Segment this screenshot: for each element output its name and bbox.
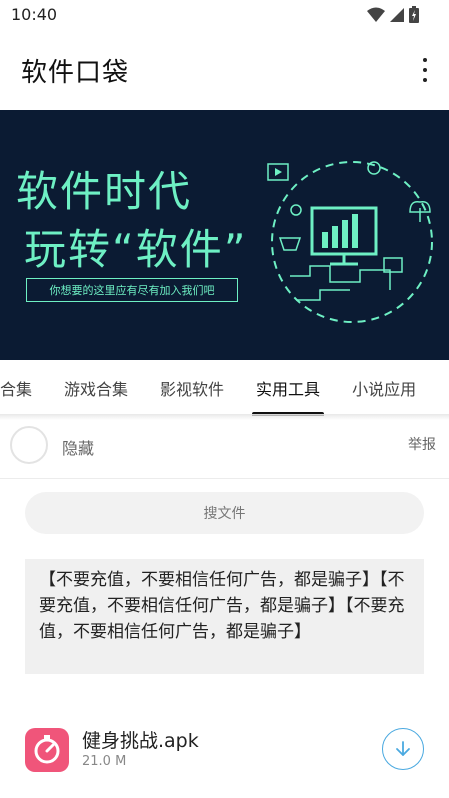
tab-video-software[interactable]: 影视软件 <box>144 360 240 416</box>
banner-line1: 软件时代 <box>16 167 193 216</box>
app-title: 软件口袋 <box>21 58 130 88</box>
report-button[interactable]: 举报 <box>408 434 436 454</box>
app-bar: 软件口袋 <box>0 30 449 110</box>
tech-illustration-icon <box>267 161 433 323</box>
warning-notice: 【不要充值，不要相信任何广告，都是骗子】【不要充值，不要相信任何广告，都是骗子】… <box>25 559 424 674</box>
tab-utility-tools[interactable]: 实用工具 <box>240 360 336 416</box>
tab-novel-apps[interactable]: 小说应用 <box>336 360 432 416</box>
notice-text: 【不要充值，不要相信任何广告，都是骗子】【不要充值，不要相信任何广告，都是骗子】… <box>39 570 405 642</box>
battery-icon <box>409 6 419 23</box>
search-placeholder: 搜文件 <box>203 506 246 522</box>
tabs-track: 合集 游戏合集 影视软件 实用工具 小说应用 <box>0 360 432 416</box>
tab-collection[interactable]: 合集 <box>0 360 48 416</box>
status-bar: 10:40 <box>0 0 449 30</box>
username[interactable]: 隐藏 <box>62 435 94 459</box>
banner-line2: 玩转“软件” <box>24 225 248 274</box>
avatar[interactable] <box>10 426 48 464</box>
fitness-app-icon <box>25 728 69 772</box>
divider <box>0 478 449 479</box>
download-icon[interactable] <box>382 728 424 770</box>
signal-icon <box>390 7 404 22</box>
file-name: 健身挑战.apk <box>82 730 199 752</box>
wifi-icon <box>367 7 385 22</box>
banner-subtitle: 你想要的这里应有尽有加入我们吧 <box>26 278 238 302</box>
promo-banner[interactable]: 软件时代 玩转“软件” 你想要的这里应有尽有加入我们吧 <box>0 110 449 360</box>
tab-game-collection[interactable]: 游戏合集 <box>48 360 144 416</box>
post-header: 隐藏 举报 <box>0 420 449 478</box>
file-list-item[interactable]: 健身挑战.apk 21.0 M <box>0 720 449 784</box>
status-time: 10:40 <box>11 5 58 24</box>
category-tabs: 合集 游戏合集 影视软件 实用工具 小说应用 <box>0 360 449 416</box>
more-vert-icon[interactable] <box>417 58 433 82</box>
file-size: 21.0 M <box>82 754 127 769</box>
status-icons <box>367 6 419 23</box>
search-files-input[interactable]: 搜文件 <box>25 492 424 534</box>
